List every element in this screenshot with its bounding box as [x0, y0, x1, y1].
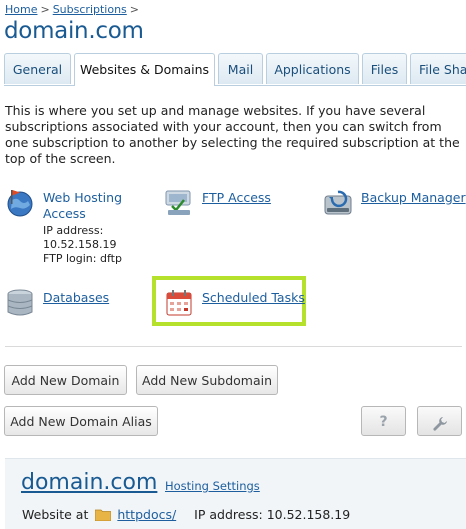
- backup-manager-link[interactable]: Backup Manager: [361, 190, 466, 206]
- tools-button[interactable]: [417, 406, 462, 436]
- intro-text: This is where you set up and manage webs…: [5, 103, 460, 166]
- website-at-label: Website at: [22, 507, 89, 522]
- breadcrumb-home-link[interactable]: Home: [5, 3, 37, 16]
- help-icon: ?: [379, 414, 388, 430]
- domain-ip-label: IP address:: [194, 507, 263, 522]
- ftp-access-link[interactable]: FTP Access: [202, 190, 271, 206]
- web-hosting-ftp-login: FTP login: dftp: [43, 252, 122, 265]
- tab-general[interactable]: General: [4, 53, 71, 84]
- website-info-line: Website at httpdocs/ IP address: 10.52.1…: [22, 507, 350, 524]
- web-hosting-access-label[interactable]: Web Hosting Access: [43, 190, 123, 222]
- ftp-folder-icon: [164, 188, 194, 218]
- scheduled-tasks-link[interactable]: Scheduled Tasks: [202, 290, 305, 306]
- backup-drive-icon: [323, 188, 353, 218]
- tab-mail[interactable]: Mail: [218, 53, 263, 84]
- web-hosting-ip-value: 10.52.158.19: [43, 238, 117, 251]
- tab-websites-domains[interactable]: Websites & Domains: [74, 53, 215, 86]
- page-title: domain.com: [4, 18, 144, 44]
- globe-flag-icon: [5, 188, 35, 218]
- databases-link[interactable]: Databases: [43, 290, 109, 306]
- wrench-icon: [432, 413, 448, 443]
- tab-file-sharing[interactable]: File Shar: [410, 53, 466, 84]
- tab-applications[interactable]: Applications: [266, 53, 359, 84]
- section-divider: [5, 346, 462, 347]
- breadcrumb-separator: >: [129, 3, 139, 16]
- tab-files[interactable]: Files: [362, 53, 407, 84]
- breadcrumb-subscriptions-link[interactable]: Subscriptions: [53, 3, 127, 16]
- add-new-domain-button[interactable]: Add New Domain: [4, 365, 127, 395]
- help-button[interactable]: ?: [361, 406, 406, 436]
- breadcrumb: Home > Subscriptions >: [5, 3, 142, 16]
- folder-icon: [94, 508, 112, 524]
- domain-panel-title-link[interactable]: domain.com: [21, 470, 157, 495]
- add-new-subdomain-button[interactable]: Add New Subdomain: [136, 365, 278, 395]
- docroot-link[interactable]: httpdocs/: [117, 507, 176, 522]
- add-new-domain-alias-button[interactable]: Add New Domain Alias: [4, 406, 158, 436]
- database-icon: [5, 288, 35, 318]
- calendar-icon: [164, 288, 194, 318]
- tab-bar: General Websites & Domains Mail Applicat…: [4, 53, 466, 86]
- domain-ip-value: 10.52.158.19: [266, 507, 351, 522]
- breadcrumb-separator: >: [40, 3, 50, 16]
- web-hosting-access-link[interactable]: Web Hosting Access: [43, 190, 123, 222]
- web-hosting-ip-label: IP address:: [43, 224, 104, 237]
- hosting-settings-link[interactable]: Hosting Settings: [165, 479, 260, 493]
